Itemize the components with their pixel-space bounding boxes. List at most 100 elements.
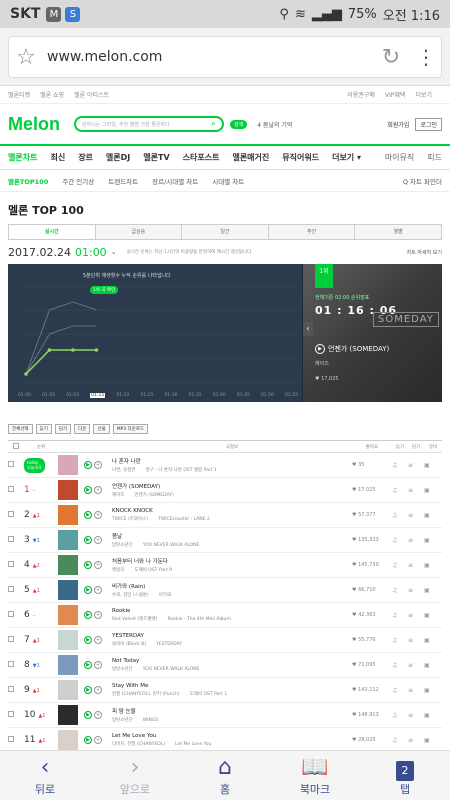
song-artist[interactable]: TWICE (트와이스) bbox=[112, 517, 148, 522]
chart-finder-link[interactable]: Q 차트 파인더 bbox=[403, 176, 442, 186]
listen-icon[interactable]: ♫ bbox=[392, 637, 397, 644]
music-video-icon[interactable]: ▣ bbox=[424, 687, 430, 694]
album-thumb[interactable] bbox=[58, 505, 78, 525]
bookmark-button[interactable]: 📖 북마크 bbox=[270, 751, 360, 800]
table-row[interactable]: 3 ▼1 ▶ + 봄날 방탄소년단 YOU NEVER WALK ALONE ♥ 13… bbox=[8, 527, 442, 553]
listen-icon[interactable]: ♫ bbox=[392, 712, 397, 719]
song-artist[interactable]: 방탄소년단 bbox=[112, 718, 133, 723]
song-album[interactable]: 살구 - 나 혼자 나란 OST 앨범 Part 1 bbox=[146, 468, 217, 473]
song-title[interactable]: 피 땀 눈물 bbox=[112, 707, 352, 715]
listen-icon[interactable]: ♫ bbox=[392, 462, 397, 469]
search-input[interactable]: 원하시는 그라임, 추천 앨범 가장 좋은하다 ⌕ bbox=[74, 116, 224, 132]
song-artist[interactable]: 찬열 (CHANYEOL), 펀치 (Punch) bbox=[112, 692, 180, 697]
row-checkbox[interactable] bbox=[8, 686, 14, 692]
song-title[interactable]: Let Me Love You bbox=[112, 733, 352, 739]
like-count[interactable]: ♥ 28,025 bbox=[352, 737, 376, 743]
url-text[interactable]: www.melon.com bbox=[43, 49, 371, 65]
album-thumb[interactable] bbox=[58, 730, 78, 750]
play-icon[interactable]: ▶ bbox=[84, 736, 92, 744]
listen-icon[interactable]: ♫ bbox=[392, 737, 397, 744]
now-artist[interactable]: 헤이즈 bbox=[315, 360, 329, 367]
album-thumb[interactable] bbox=[58, 480, 78, 500]
mp3-download-button[interactable]: MP3 다운로드 bbox=[112, 424, 149, 434]
like-count[interactable]: ♥ 66,710 bbox=[352, 587, 376, 593]
first-rank-badge[interactable]: 1위 곡 확인 bbox=[90, 286, 119, 294]
song-album[interactable]: TWICEcoaster : LANE 2 bbox=[158, 517, 210, 522]
album-thumb[interactable] bbox=[58, 555, 78, 575]
song-title[interactable]: Stay With Me bbox=[112, 683, 352, 689]
add-to-list-icon[interactable]: ≡ bbox=[408, 737, 413, 744]
nav-starpost[interactable]: 스타포스트 bbox=[183, 152, 220, 163]
add-to-list-icon[interactable]: ≡ bbox=[408, 487, 413, 494]
address-bar[interactable]: ☆ www.melon.com ↻ ⋮ bbox=[8, 36, 442, 78]
album-thumb[interactable] bbox=[58, 655, 78, 675]
reload-icon[interactable]: ↻ bbox=[371, 45, 411, 70]
row-checkbox[interactable] bbox=[8, 561, 14, 567]
play-icon[interactable]: ▶ bbox=[84, 461, 92, 469]
nav-latest[interactable]: 최신 bbox=[50, 152, 65, 163]
song-album[interactable]: YESTERDAY bbox=[156, 642, 182, 647]
add-to-list-icon[interactable]: ≡ bbox=[408, 512, 413, 519]
time-dropdown-icon[interactable]: ⌄ bbox=[111, 248, 117, 256]
play-icon[interactable]: ▶ bbox=[84, 661, 92, 669]
signup-link[interactable]: 회원가입 bbox=[387, 120, 409, 129]
nav-tv[interactable]: 멜론TV bbox=[143, 152, 169, 163]
add-to-list-icon[interactable]: ≡ bbox=[408, 537, 413, 544]
song-title[interactable]: YESTERDAY bbox=[112, 633, 352, 639]
nav-mymusic[interactable]: 마이뮤직 bbox=[385, 152, 414, 163]
add-icon[interactable]: + bbox=[94, 586, 102, 594]
play-icon[interactable]: ▶ bbox=[84, 486, 92, 494]
subnav-weekly[interactable]: 주간 인기상 bbox=[62, 176, 94, 186]
play-icon[interactable]: ▶ bbox=[84, 686, 92, 694]
add-to-list-icon[interactable]: ≡ bbox=[408, 712, 413, 719]
subnav-top100[interactable]: 멜론TOP100 bbox=[8, 176, 48, 186]
like-count[interactable]: ♥ 55,776 bbox=[352, 637, 376, 643]
row-checkbox[interactable] bbox=[8, 711, 14, 717]
nav-magazine[interactable]: 멜론매거진 bbox=[232, 152, 269, 163]
download-button[interactable]: 다운 bbox=[74, 424, 91, 434]
tab-daily[interactable]: 일간 bbox=[182, 225, 269, 239]
more-options-icon[interactable]: ⋮ bbox=[411, 45, 441, 69]
topnav-more[interactable]: 더보기 bbox=[415, 90, 432, 99]
row-checkbox[interactable] bbox=[8, 736, 14, 742]
home-button[interactable]: ⌂ 홈 bbox=[180, 751, 270, 800]
music-video-icon[interactable]: ▣ bbox=[424, 662, 430, 669]
subnav-genre[interactable]: 장르/시대별 차트 bbox=[152, 176, 198, 186]
row-checkbox[interactable] bbox=[8, 536, 14, 542]
music-video-icon[interactable]: ▣ bbox=[424, 512, 430, 519]
like-count[interactable]: ♥ 135,333 bbox=[352, 537, 379, 543]
like-count[interactable]: ♥ 17,025 bbox=[352, 487, 376, 493]
song-artist[interactable]: 나연, 유정연 bbox=[112, 468, 136, 473]
select-all-button[interactable]: 전체선택 bbox=[8, 424, 33, 434]
album-thumb[interactable] bbox=[58, 630, 78, 650]
listen-icon[interactable]: ♫ bbox=[392, 537, 397, 544]
topnav-shopping[interactable]: 멜론 쇼핑 bbox=[40, 90, 64, 99]
add-icon[interactable]: + bbox=[94, 561, 102, 569]
music-video-icon[interactable]: ▣ bbox=[424, 737, 430, 744]
listen-icon[interactable]: ♫ bbox=[392, 687, 397, 694]
like-count[interactable]: ♥ 145,730 bbox=[352, 562, 379, 568]
add-icon[interactable]: + bbox=[94, 461, 102, 469]
listen-icon[interactable]: ♫ bbox=[392, 662, 397, 669]
add-to-list-icon[interactable]: ≡ bbox=[408, 587, 413, 594]
play-icon[interactable]: ▶ bbox=[84, 636, 92, 644]
nav-feed[interactable]: 피드 bbox=[427, 152, 442, 163]
add-icon[interactable]: + bbox=[94, 536, 102, 544]
song-album[interactable]: 비가와 bbox=[159, 593, 171, 598]
add-icon[interactable]: + bbox=[94, 736, 102, 744]
add-icon[interactable]: + bbox=[94, 511, 102, 519]
add-to-list-icon[interactable]: ≡ bbox=[408, 662, 413, 669]
table-row[interactable]: 1 ─ ▶ + 언젠가 (SOMEDAY) 헤이즈 언젠가 (SOMEDAY) ♥ 1… bbox=[8, 477, 442, 503]
play-icon[interactable]: ▶ bbox=[84, 511, 92, 519]
table-row[interactable]: 7 ▲1 ▶ + YESTERDAY 블락비 (Block B) YESTERDAY … bbox=[8, 627, 442, 653]
chart-detail-link[interactable]: 차트 자세히 보기 bbox=[407, 249, 442, 256]
table-row[interactable]: 9 ▲1 ▶ + Stay With Me 찬열 (CHANYEOL), 펀치 (P… bbox=[8, 677, 442, 703]
song-artist[interactable]: 다비치, 찬열 (CHANYEOL) bbox=[112, 742, 165, 747]
row-checkbox[interactable] bbox=[8, 636, 14, 642]
row-checkbox[interactable] bbox=[8, 486, 14, 492]
song-album[interactable]: Rookie - The 4th Mini Album bbox=[167, 617, 230, 622]
tab-rising[interactable]: 급상승 bbox=[95, 225, 183, 239]
tab-weekly[interactable]: 주간 bbox=[268, 225, 356, 239]
listen-icon[interactable]: ♫ bbox=[392, 562, 397, 569]
forward-button[interactable]: › 앞으로 bbox=[90, 751, 180, 800]
